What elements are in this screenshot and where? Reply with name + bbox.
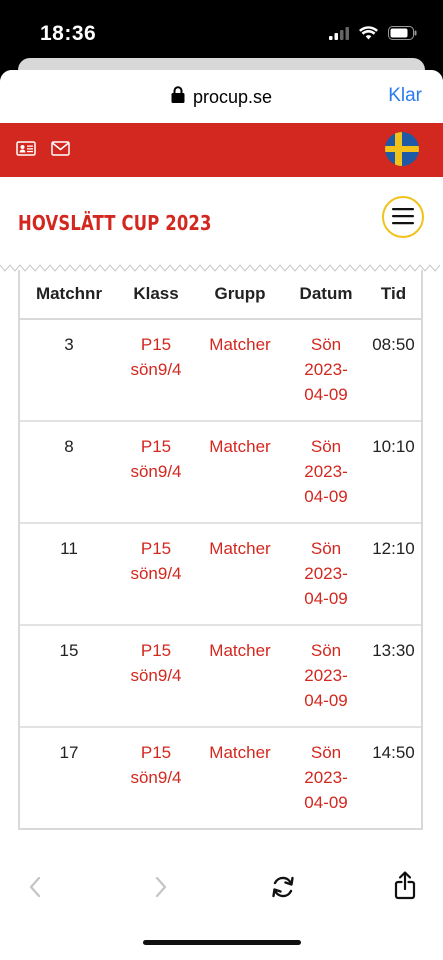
cell-matchnr: 11 xyxy=(20,523,118,626)
klass-line: sön9/4 xyxy=(130,360,182,379)
datum-line: 2023- xyxy=(304,462,348,481)
datum-line: 04-09 xyxy=(304,385,348,404)
wifi-icon xyxy=(359,26,378,45)
cell-klass[interactable]: P15 sön9/4 xyxy=(118,727,194,828)
cell-grupp[interactable]: Matcher xyxy=(194,421,286,524)
main-content: Matchnr Klass Grupp Datum Tid 3 P15 sön9/… xyxy=(0,270,443,832)
cell-klass[interactable]: P15 sön9/4 xyxy=(118,625,194,728)
datum-line: 04-09 xyxy=(304,691,348,710)
cell-klass[interactable]: P15 sön9/4 xyxy=(118,421,194,524)
cell-grupp[interactable]: Matcher xyxy=(194,319,286,422)
reload-button[interactable] xyxy=(270,874,296,903)
table-row[interactable]: 17 P15 sön9/4 Matcher Sön 2023- 04-09 14:50 xyxy=(20,727,421,828)
back-button[interactable] xyxy=(28,876,42,901)
datum-line: Sön xyxy=(310,335,342,354)
hamburger-icon xyxy=(392,207,414,228)
signal-icon xyxy=(329,26,349,45)
lock-icon xyxy=(171,86,185,108)
site-title[interactable]: HOVSLÄTT CUP 2023 xyxy=(18,211,212,235)
cell-tid: 12:10 xyxy=(366,523,421,626)
cell-tid: 08:50 xyxy=(366,319,421,422)
klass-line: sön9/4 xyxy=(130,666,182,685)
datum-line: Sön xyxy=(310,743,342,762)
klass-line: P15 xyxy=(140,335,172,354)
reload-icon xyxy=(270,876,296,903)
datum-line: 04-09 xyxy=(304,487,348,506)
datum-line: 04-09 xyxy=(304,589,348,608)
cell-tid: 13:30 xyxy=(366,625,421,728)
cell-matchnr: 8 xyxy=(20,421,118,524)
column-header-grupp[interactable]: Grupp xyxy=(194,270,286,320)
forward-button[interactable] xyxy=(154,876,168,901)
datum-line: Sön xyxy=(310,437,342,456)
klass-line: P15 xyxy=(140,641,172,660)
cell-datum[interactable]: Sön 2023- 04-09 xyxy=(286,421,366,524)
cell-klass[interactable]: P15 sön9/4 xyxy=(118,523,194,626)
cell-tid: 10:10 xyxy=(366,421,421,524)
klass-line: sön9/4 xyxy=(130,768,182,787)
browser-toolbar xyxy=(0,832,443,960)
column-header-klass[interactable]: Klass xyxy=(118,270,194,320)
share-icon xyxy=(394,871,416,903)
klass-line: P15 xyxy=(140,539,172,558)
datum-line: 2023- xyxy=(304,564,348,583)
datum-line: 2023- xyxy=(304,768,348,787)
cell-matchnr: 15 xyxy=(20,625,118,728)
table-header-row: Matchnr Klass Grupp Datum Tid xyxy=(20,270,421,320)
klass-line: P15 xyxy=(140,437,172,456)
datum-line: 2023- xyxy=(304,666,348,685)
column-header-datum[interactable]: Datum xyxy=(286,270,366,320)
match-table: Matchnr Klass Grupp Datum Tid 3 P15 sön9/… xyxy=(20,270,421,828)
table-row[interactable]: 11 P15 sön9/4 Matcher Sön 2023- 04-09 12:10 xyxy=(20,523,421,626)
back-icon xyxy=(28,876,42,901)
cell-matchnr: 17 xyxy=(59,743,79,762)
datum-line: 04-09 xyxy=(304,793,348,812)
datum-line: Sön xyxy=(310,641,342,660)
address-display[interactable]: procup.se xyxy=(0,86,443,108)
cell-grupp[interactable]: Matcher xyxy=(194,625,286,728)
share-button[interactable] xyxy=(394,870,416,903)
cell-datum[interactable]: Sön 2023- 04-09 xyxy=(286,319,366,422)
url-bar: procup.se Klar xyxy=(0,70,443,123)
home-indicator[interactable] xyxy=(143,940,301,945)
cell-matchnr: 3 xyxy=(20,319,118,422)
done-button[interactable]: Klar xyxy=(388,85,422,107)
status-time: 18:36 xyxy=(40,22,97,45)
datum-line: Sön xyxy=(310,539,342,558)
table-row[interactable]: 8 P15 sön9/4 Matcher Sön 2023- 04-09 10:10 xyxy=(20,421,421,524)
battery-icon xyxy=(388,26,417,45)
site-topbar xyxy=(0,123,443,177)
klass-line: P15 xyxy=(140,743,172,762)
cell-datum[interactable]: Sön 2023- 04-09 xyxy=(286,727,366,828)
cell-klass[interactable]: P15 sön9/4 xyxy=(118,319,194,422)
site-header: HOVSLÄTT CUP 2023 xyxy=(0,177,443,267)
table-row[interactable]: 3 P15 sön9/4 Matcher Sön 2023- 04-09 08:50 xyxy=(20,319,421,422)
url-text: procup.se xyxy=(192,86,273,107)
datum-line: 2023- xyxy=(304,360,348,379)
menu-button[interactable] xyxy=(382,196,424,238)
cell-tid: 14:50 xyxy=(372,743,415,762)
cell-datum[interactable]: Sön 2023- 04-09 xyxy=(286,625,366,728)
browser-sheet: procup.se Klar HOVSLÄTT CUP 2023 Matchnr… xyxy=(0,70,443,960)
column-header-matchnr[interactable]: Matchnr xyxy=(20,270,118,320)
cell-grupp[interactable]: Matcher xyxy=(194,727,286,828)
contact-card-icon[interactable] xyxy=(16,141,36,161)
mail-icon[interactable] xyxy=(51,141,70,161)
cell-grupp[interactable]: Matcher xyxy=(194,523,286,626)
status-icons xyxy=(329,26,417,45)
swedish-flag-icon[interactable] xyxy=(385,132,419,166)
klass-line: sön9/4 xyxy=(130,564,182,583)
match-table-frame: Matchnr Klass Grupp Datum Tid 3 P15 sön9/… xyxy=(18,270,423,830)
table-row[interactable]: 15 P15 sön9/4 Matcher Sön 2023- 04-09 13:30 xyxy=(20,625,421,728)
klass-line: sön9/4 xyxy=(130,462,182,481)
forward-icon xyxy=(154,876,168,901)
column-header-tid[interactable]: Tid xyxy=(366,270,421,320)
cell-datum[interactable]: Sön 2023- 04-09 xyxy=(286,523,366,626)
